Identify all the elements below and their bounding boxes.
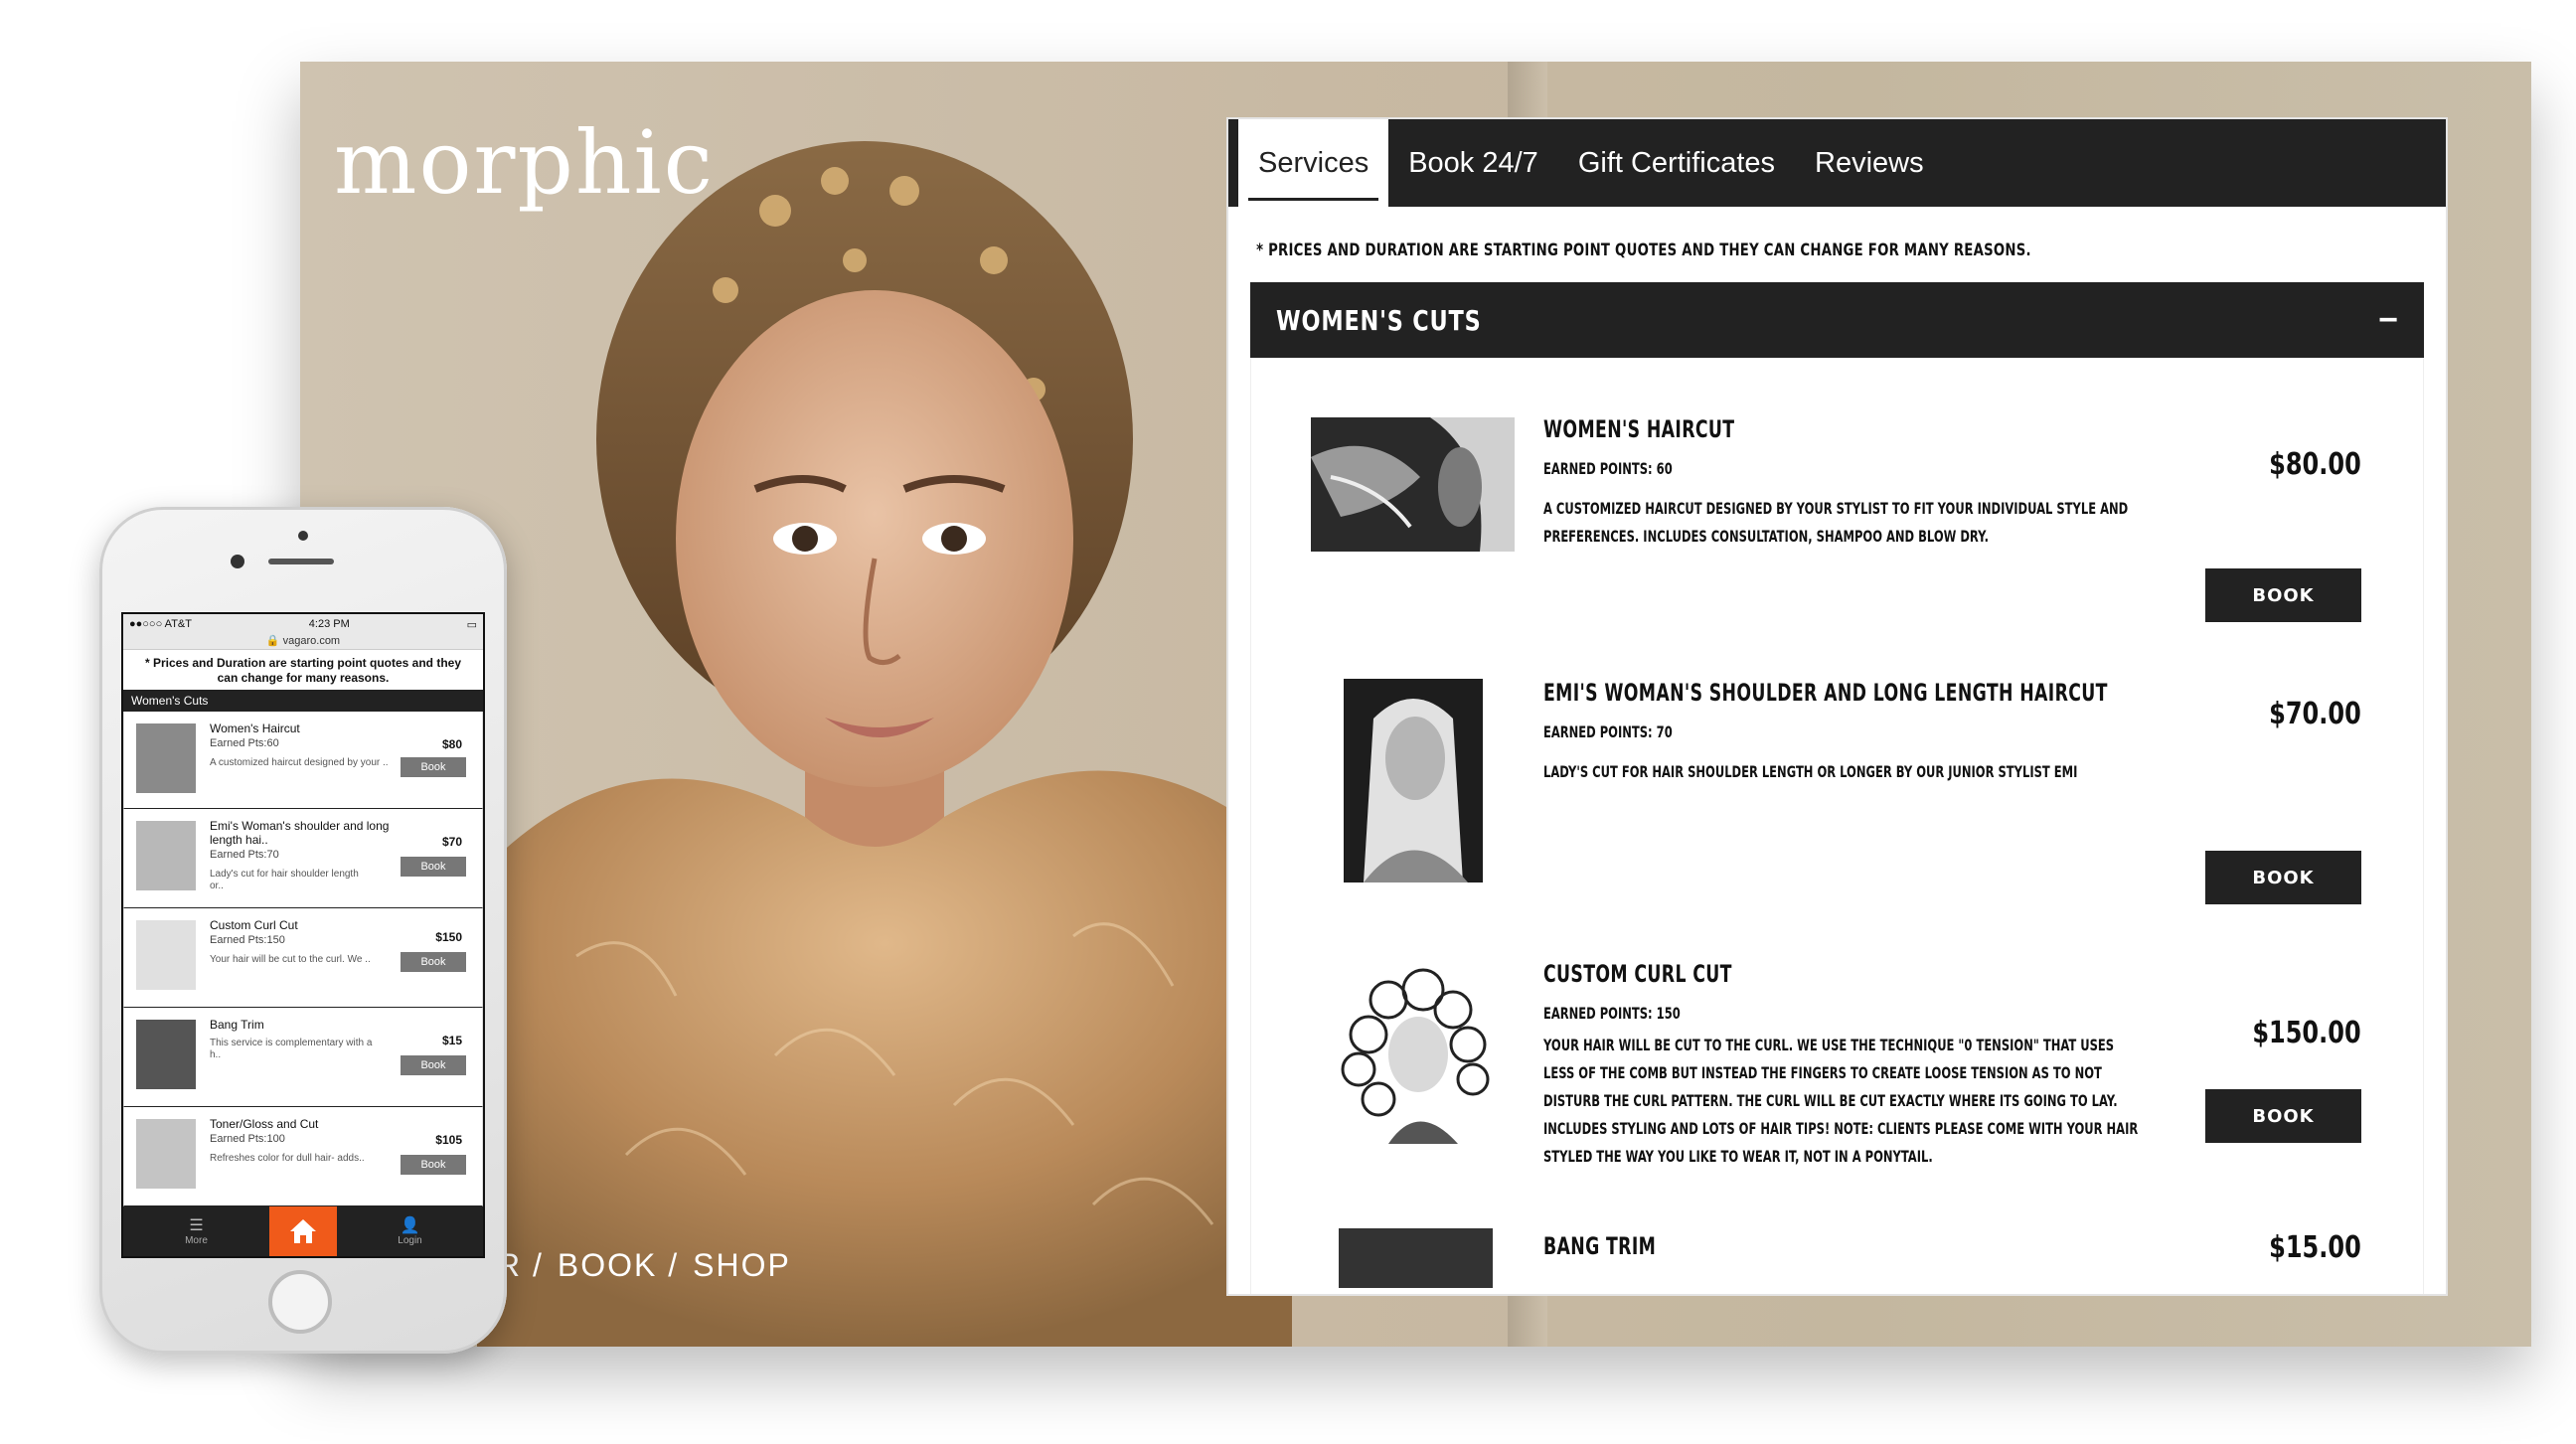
services-panel: Services Book 24/7 Gift Certificates Rev… bbox=[1228, 119, 2446, 1294]
hero-nav: R / BOOK / SHOP bbox=[497, 1247, 805, 1284]
mobile-section-header[interactable]: Women's Cuts bbox=[123, 690, 483, 712]
pricing-notice: * Prices and Duration are starting point… bbox=[1256, 241, 2031, 260]
url-bar[interactable]: 🔒 vagaro.com bbox=[123, 634, 483, 650]
list-item[interactable]: Custom Curl Cut Earned Pts:150 Your hair… bbox=[123, 908, 483, 1008]
phone-speaker bbox=[268, 559, 334, 564]
mobile-book-button[interactable]: Book bbox=[401, 857, 466, 877]
service-price: $15.00 bbox=[2269, 1230, 2361, 1265]
stage: morphic R / BOOK / SHOP Services Book 24… bbox=[0, 0, 2576, 1444]
list-item[interactable]: Emi's Woman's shoulder and long length h… bbox=[123, 809, 483, 908]
service-name: BANG TRIM bbox=[1543, 1232, 1657, 1260]
service-image-emis-haircut bbox=[1344, 679, 1483, 882]
mobile-service-price: $80 bbox=[441, 737, 462, 751]
mobile-service-points: Earned Pts:70 bbox=[210, 849, 279, 861]
mobile-service-desc: Refreshes color for dull hair- adds.. bbox=[210, 1153, 365, 1164]
service-description: Your hair will be cut to the curl. We us… bbox=[1543, 1036, 2139, 1166]
service-points: EARNED POINTS: 70 bbox=[1543, 722, 1673, 741]
mobile-tab-more[interactable]: ☰ More bbox=[123, 1206, 269, 1256]
service-points: EARNED POINTS: 60 bbox=[1543, 459, 1673, 478]
book-button[interactable]: BOOK bbox=[2205, 851, 2361, 904]
mobile-service-desc: This service is complementary with a h.. bbox=[210, 1038, 373, 1060]
book-button[interactable]: BOOK bbox=[2205, 568, 2361, 622]
service-name: WOMEN'S HAIRCUT bbox=[1543, 415, 1735, 443]
battery-icon: ▭ bbox=[466, 618, 477, 631]
mobile-service-desc: Your hair will be cut to the curl. We .. bbox=[210, 954, 371, 965]
service-name: CUSTOM CURL CUT bbox=[1543, 960, 1732, 988]
mobile-service-price: $105 bbox=[435, 1133, 462, 1147]
service-name: EMI'S WOMAN'S SHOULDER AND LONG LENGTH H… bbox=[1543, 679, 2108, 707]
mobile-service-name: Women's Haircut bbox=[210, 722, 300, 735]
mobile-tab-bar: ☰ More 👤 Login bbox=[123, 1206, 483, 1256]
mobile-book-button[interactable]: Book bbox=[401, 1155, 466, 1175]
model-portrait-image bbox=[477, 141, 1292, 1347]
tab-reviews[interactable]: Reviews bbox=[1795, 119, 1944, 207]
phone-mockup: ●●○○○ AT&T 4:23 PM ▭ 🔒 vagaro.com * Pric… bbox=[99, 507, 507, 1354]
list-item[interactable]: Women's Haircut Earned Pts:60 A customiz… bbox=[123, 712, 483, 809]
home-icon bbox=[290, 1219, 316, 1243]
phone-home-button[interactable] bbox=[268, 1270, 332, 1334]
mobile-service-points: Earned Pts:100 bbox=[210, 1133, 285, 1145]
phone-screen: ●●○○○ AT&T 4:23 PM ▭ 🔒 vagaro.com * Pric… bbox=[121, 612, 485, 1258]
book-button[interactable]: BOOK bbox=[2205, 1089, 2361, 1143]
service-image-womens-haircut bbox=[1311, 417, 1515, 552]
phone-sensor bbox=[231, 555, 244, 568]
service-image-bang-trim bbox=[1339, 1228, 1493, 1288]
service-description: Lady's cut for hair shoulder length or l… bbox=[1543, 762, 2078, 781]
tab-gift-certificates[interactable]: Gift Certificates bbox=[1558, 119, 1795, 207]
service-row: EMI'S WOMAN'S SHOULDER AND LONG LENGTH H… bbox=[1251, 639, 2423, 920]
carrier: ●●○○○ AT&T bbox=[129, 618, 192, 630]
service-list: WOMEN'S HAIRCUT EARNED POINTS: 60 A cust… bbox=[1250, 358, 2424, 1294]
mobile-service-image bbox=[136, 723, 196, 793]
section-title: WOMEN'S CUTS bbox=[1276, 303, 1482, 337]
service-points: EARNED POINTS: 150 bbox=[1543, 1004, 1681, 1023]
mobile-tab-login[interactable]: 👤 Login bbox=[337, 1206, 483, 1256]
user-icon: 👤 bbox=[400, 1216, 420, 1234]
mobile-service-name: Custom Curl Cut bbox=[210, 918, 298, 932]
collapse-icon[interactable]: − bbox=[2378, 301, 2398, 340]
service-price: $70.00 bbox=[2269, 697, 2361, 731]
mobile-service-image bbox=[136, 1119, 196, 1189]
section-header-womens-cuts[interactable]: WOMEN'S CUTS − bbox=[1250, 282, 2424, 358]
service-row: BANG TRIM $15.00 bbox=[1251, 1218, 2423, 1294]
mobile-tab-home[interactable] bbox=[269, 1206, 337, 1256]
hero-nav-shop[interactable]: SHOP bbox=[693, 1247, 791, 1284]
mobile-book-button[interactable]: Book bbox=[401, 952, 466, 972]
mobile-service-image bbox=[136, 821, 196, 890]
hero-nav-book[interactable]: BOOK / bbox=[558, 1247, 679, 1284]
status-bar: ●●○○○ AT&T 4:23 PM ▭ bbox=[123, 614, 483, 634]
mobile-service-name: Toner/Gloss and Cut bbox=[210, 1117, 319, 1131]
list-icon: ☰ bbox=[189, 1216, 204, 1234]
service-price: $80.00 bbox=[2269, 447, 2361, 482]
morphic-logo: morphic bbox=[334, 111, 715, 214]
service-price: $150.00 bbox=[2252, 1016, 2361, 1050]
mobile-service-points: Earned Pts:150 bbox=[210, 934, 285, 946]
mobile-service-price: $70 bbox=[441, 835, 462, 849]
mobile-service-desc: A customized haircut designed by your .. bbox=[210, 757, 389, 768]
service-image-custom-curl-cut bbox=[1329, 960, 1498, 1144]
service-description: A customized haircut designed by your st… bbox=[1543, 499, 2129, 546]
mobile-service-name: Emi's Woman's shoulder and long length h… bbox=[210, 819, 390, 847]
mobile-tab-login-label: Login bbox=[398, 1234, 422, 1246]
mobile-service-desc: Lady's cut for hair shoulder length or.. bbox=[210, 869, 359, 891]
mobile-service-image bbox=[136, 1020, 196, 1089]
list-item[interactable]: Bang Trim This service is complementary … bbox=[123, 1008, 483, 1107]
mobile-book-button[interactable]: Book bbox=[401, 1055, 466, 1075]
mobile-book-button[interactable]: Book bbox=[401, 757, 466, 777]
mobile-service-image bbox=[136, 920, 196, 990]
tab-bar: Services Book 24/7 Gift Certificates Rev… bbox=[1228, 119, 2446, 207]
mobile-pricing-notice: * Prices and Duration are starting point… bbox=[144, 656, 462, 685]
tab-book[interactable]: Book 24/7 bbox=[1388, 119, 1558, 207]
mobile-service-points: Earned Pts:60 bbox=[210, 737, 279, 749]
phone-camera bbox=[298, 531, 308, 541]
service-row: CUSTOM CURL CUT EARNED POINTS: 150 Your … bbox=[1251, 920, 2423, 1218]
mobile-service-price: $15 bbox=[441, 1034, 462, 1047]
list-item[interactable]: Toner/Gloss and Cut Earned Pts:100 Refre… bbox=[123, 1107, 483, 1206]
mobile-tab-more-label: More bbox=[185, 1234, 208, 1246]
mobile-service-price: $150 bbox=[435, 930, 462, 944]
tab-services[interactable]: Services bbox=[1238, 119, 1389, 207]
mobile-service-name: Bang Trim bbox=[210, 1018, 264, 1032]
clock: 4:23 PM bbox=[308, 618, 350, 630]
service-row: WOMEN'S HAIRCUT EARNED POINTS: 60 A cust… bbox=[1251, 358, 2423, 639]
